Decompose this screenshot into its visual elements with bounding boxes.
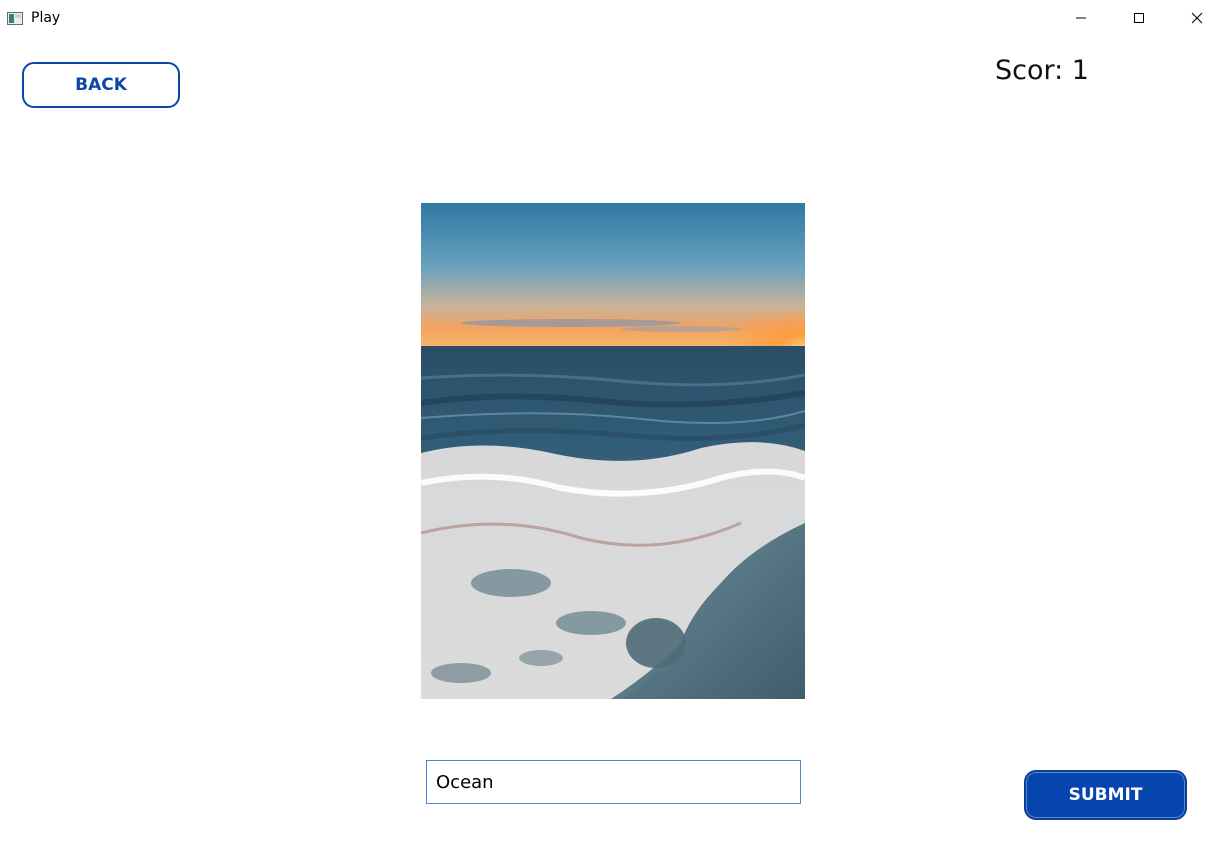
app-window-icon (7, 10, 23, 25)
minimize-icon (1076, 17, 1086, 19)
submit-button[interactable]: SUBMIT (1024, 770, 1187, 820)
window-title: Play (31, 10, 61, 26)
maximize-icon (1134, 13, 1144, 23)
answer-input[interactable] (426, 760, 801, 804)
score-label: Scor: 1 (995, 55, 1089, 86)
close-icon (1191, 12, 1203, 24)
title-bar[interactable]: Play (0, 0, 1226, 36)
minimize-button[interactable] (1052, 0, 1110, 36)
ocean-waves-sunset-photo (421, 203, 805, 699)
play-window: Play BACK Scor: 1 Ocean SUBMIT (0, 0, 1226, 861)
close-button[interactable] (1168, 0, 1226, 36)
maximize-button[interactable] (1110, 0, 1168, 36)
back-button[interactable]: BACK (22, 62, 180, 108)
